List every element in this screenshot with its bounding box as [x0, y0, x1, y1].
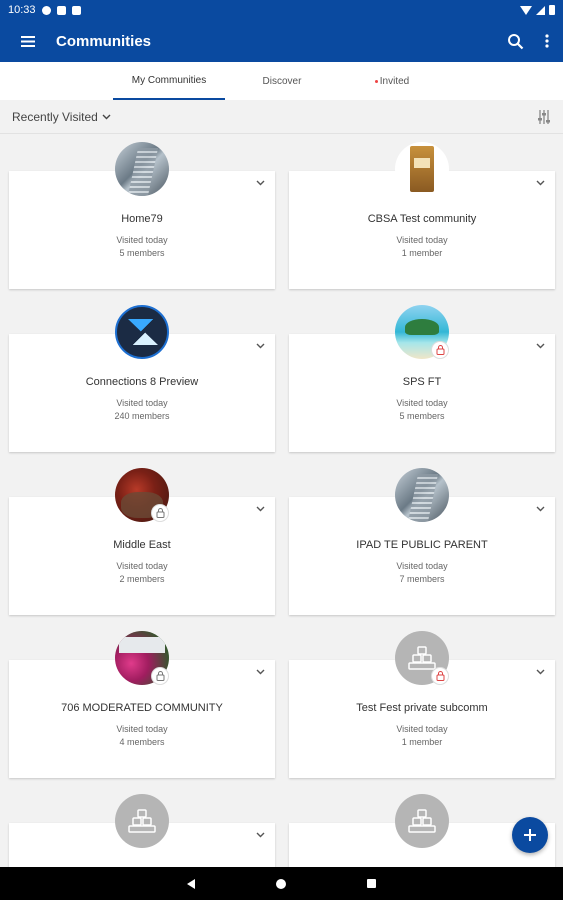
chat-notification-icon [41, 5, 51, 15]
community-avatar [115, 142, 169, 196]
card-menu-button[interactable] [253, 829, 267, 841]
sim-notification-icon [71, 5, 81, 15]
tab-label: Invited [379, 75, 410, 87]
page-title: Communities [56, 32, 152, 50]
community-name: SPS FT [402, 376, 442, 388]
overflow-menu-button[interactable] [531, 20, 563, 62]
tab-label: Discover [262, 75, 302, 87]
community-grid: Home79 Visited today 5 members CBSA Test… [0, 134, 563, 867]
visited-text: Visited today [396, 724, 448, 734]
card-menu-button[interactable] [253, 340, 267, 352]
visited-text: Visited today [116, 724, 168, 734]
member-count: 1 member [401, 737, 443, 747]
visited-text: Visited today [396, 235, 448, 245]
card-menu-button[interactable] [533, 503, 547, 515]
chevron-down-icon [256, 180, 264, 186]
community-name: CBSA Test community [367, 213, 477, 225]
home-circle-icon [276, 878, 286, 889]
community-default-icon [408, 646, 436, 670]
chevron-down-icon [256, 343, 264, 349]
community-name: Test Fest private subcomm [356, 702, 488, 714]
plus-icon [524, 829, 536, 841]
home-button[interactable] [261, 867, 301, 900]
chevron-down-icon [256, 506, 264, 512]
member-count: 5 members [119, 248, 165, 258]
tab-discover[interactable]: Discover [235, 62, 329, 100]
sort-dropdown[interactable]: Recently Visited [12, 110, 111, 124]
community-default-icon [408, 809, 436, 833]
back-button[interactable] [171, 867, 211, 900]
more-vertical-icon [545, 34, 549, 48]
app-bar: Communities [0, 20, 563, 62]
menu-button[interactable] [0, 20, 56, 62]
community-name: 706 MODERATED COMMUNITY [61, 702, 223, 714]
restricted-lock-icon [431, 341, 449, 359]
visited-text: Visited today [116, 398, 168, 408]
restricted-lock-icon [431, 667, 449, 685]
card-menu-button[interactable] [533, 666, 547, 678]
member-count: 7 members [399, 574, 445, 584]
card-menu-button[interactable] [253, 666, 267, 678]
wifi-icon [520, 5, 532, 15]
community-name: Middle East [113, 539, 171, 551]
member-count: 2 members [119, 574, 165, 584]
chevron-down-icon [102, 114, 111, 119]
community-avatar [395, 142, 449, 196]
back-triangle-icon [187, 878, 195, 889]
file-notification-icon [56, 5, 66, 15]
visited-text: Visited today [116, 235, 168, 245]
chevron-down-icon [256, 669, 264, 675]
chevron-down-icon [536, 669, 544, 675]
chevron-down-icon [256, 832, 264, 838]
community-name: IPAD TE PUBLIC PARENT [356, 539, 488, 551]
visited-text: Visited today [396, 398, 448, 408]
member-count: 240 members [114, 411, 170, 421]
tab-bar: My Communities Discover Invited [0, 62, 563, 100]
card-menu-button[interactable] [253, 177, 267, 189]
member-count: 4 members [119, 737, 165, 747]
search-icon [507, 33, 523, 49]
add-community-button[interactable] [512, 817, 548, 853]
status-time: 10:33 [8, 4, 36, 16]
system-nav-bar [0, 867, 563, 900]
community-default-icon [128, 809, 156, 833]
member-count: 1 member [401, 248, 443, 258]
search-button[interactable] [499, 20, 531, 62]
community-name: Connections 8 Preview [85, 376, 199, 388]
battery-icon [549, 5, 555, 15]
recents-square-icon [366, 879, 376, 888]
card-menu-button[interactable] [253, 503, 267, 515]
notification-dot-icon [374, 79, 378, 83]
hamburger-icon [21, 35, 35, 47]
community-avatar [395, 468, 449, 522]
signal-icon [536, 5, 545, 15]
visited-text: Visited today [116, 561, 168, 571]
moderated-lock-icon [151, 667, 169, 685]
tab-my-communities[interactable]: My Communities [113, 62, 225, 100]
community-avatar [115, 794, 169, 848]
chevron-down-icon [536, 180, 544, 186]
moderated-lock-icon [151, 504, 169, 522]
filter-sliders-icon [538, 109, 550, 124]
chevron-down-icon [536, 343, 544, 349]
card-menu-button[interactable] [533, 177, 547, 189]
chevron-down-icon [536, 506, 544, 512]
card-menu-button[interactable] [533, 340, 547, 352]
community-name: Home79 [121, 213, 163, 225]
member-count: 5 members [399, 411, 445, 421]
tab-invited[interactable]: Invited [345, 62, 439, 100]
recents-button[interactable] [351, 867, 391, 900]
visited-text: Visited today [396, 561, 448, 571]
tab-label: My Communities [131, 74, 207, 86]
sort-label: Recently Visited [12, 109, 98, 124]
community-avatar [395, 794, 449, 848]
community-avatar [115, 305, 169, 359]
filter-button[interactable] [537, 109, 551, 125]
status-bar: 10:33 [0, 0, 563, 20]
filter-bar: Recently Visited [0, 100, 563, 134]
